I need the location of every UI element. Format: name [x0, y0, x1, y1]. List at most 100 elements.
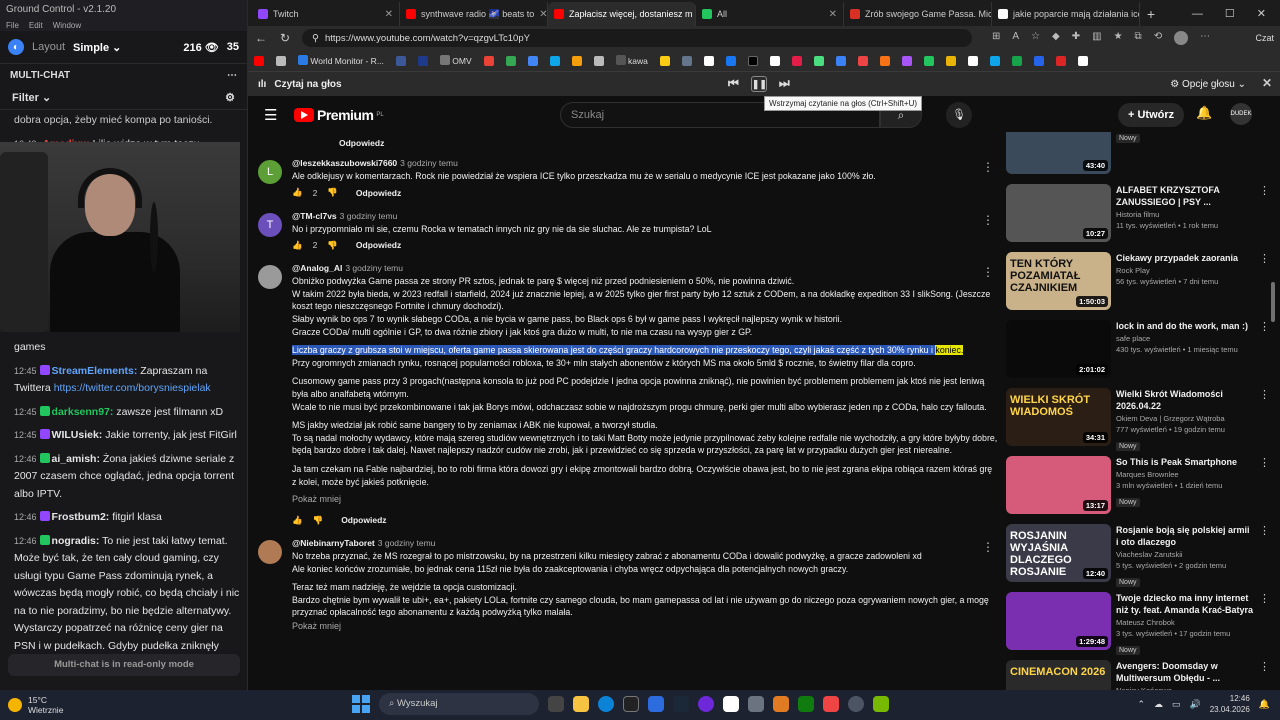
bookmark-icon[interactable]: [879, 55, 890, 66]
minimize-icon[interactable]: —: [1192, 2, 1203, 26]
video-title[interactable]: Twoje dziecko ma inny internet niż ty. f…: [1116, 592, 1254, 616]
bookmark-icon[interactable]: [791, 55, 802, 66]
video-thumbnail[interactable]: 1:29:48: [1006, 592, 1111, 650]
bookmark-icon[interactable]: [276, 55, 286, 66]
comment-avatar[interactable]: [258, 540, 282, 565]
browser-tab[interactable]: Zrób swojego Game Passa. Micro✕: [844, 2, 992, 26]
bookmark-icon[interactable]: [901, 55, 912, 66]
facebook-icon[interactable]: [725, 55, 736, 66]
bookmark-icon[interactable]: [681, 55, 692, 66]
app-icon[interactable]: [623, 696, 639, 712]
bookmark-icon[interactable]: [967, 55, 978, 66]
bookmark-icon[interactable]: [505, 55, 516, 66]
video-thumbnail[interactable]: 10:27: [1006, 184, 1111, 242]
video-channel[interactable]: Rock Play: [1116, 265, 1254, 276]
video-item[interactable]: ROSJANIN WYJAŚNIA DLACZEGO ROSJANIE 12:40…: [1006, 524, 1270, 588]
dislike-icon[interactable]: 👎: [327, 240, 338, 251]
menu-edit[interactable]: Edit: [29, 21, 43, 30]
bookmark-youtube-icon[interactable]: [254, 55, 264, 66]
comment-menu-icon[interactable]: ⋮: [982, 540, 994, 554]
channel-avatar[interactable]: DUDEK: [1230, 103, 1252, 125]
dislike-icon[interactable]: 👎: [327, 187, 338, 198]
bookmark-icon[interactable]: [527, 55, 538, 66]
bookmark-icon[interactable]: [395, 55, 406, 66]
video-thumbnail[interactable]: TEN KTÓRY POZAMIATAŁ CZAJNIKIEM 1:50:03: [1006, 252, 1111, 310]
video-channel[interactable]: Historia filmu: [1116, 209, 1254, 220]
show-less-button[interactable]: Pokaż mniej: [292, 494, 998, 504]
app-icon[interactable]: [748, 696, 764, 712]
history-icon[interactable]: ⟲: [1154, 31, 1162, 45]
page-scrollbar[interactable]: [1270, 132, 1276, 690]
apps-icon[interactable]: ⊞: [992, 31, 1000, 45]
browser-tab[interactable]: All ✕: [696, 2, 844, 26]
video-item[interactable]: POWIEDZIANE 43:40 1,4 tys. wyświetleń • 2 …: [1006, 132, 1270, 180]
store-icon[interactable]: [648, 696, 664, 712]
close-read-aloud-icon[interactable]: ✕: [1262, 76, 1272, 90]
task-view-icon[interactable]: [548, 696, 564, 712]
bookmark-kawa[interactable]: kawa: [615, 55, 648, 66]
video-channel[interactable]: Okiem Deva | Grzegorz Wątroba: [1116, 413, 1254, 424]
bookmark-icon[interactable]: [769, 55, 780, 66]
bookmark-icon[interactable]: [1077, 55, 1088, 66]
copilot-chat-button[interactable]: Czat: [1255, 33, 1274, 43]
comment-menu-icon[interactable]: ⋮: [982, 160, 994, 174]
steam-icon[interactable]: [673, 696, 689, 712]
video-thumbnail[interactable]: 13:17: [1006, 456, 1111, 514]
filter-dropdown[interactable]: Filter ⌄: [12, 91, 51, 104]
bookmark-icon[interactable]: [945, 55, 956, 66]
app-icon[interactable]: [723, 696, 739, 712]
app-logo-icon[interactable]: ◐: [8, 39, 24, 55]
bookmark-icon[interactable]: [593, 55, 604, 66]
browser-tab[interactable]: synthwave radio 🌌 beats to ✕: [400, 2, 548, 26]
video-title[interactable]: Wielki Skrót Wiadomości 2026.04.22: [1116, 388, 1254, 412]
show-less-button[interactable]: Pokaż mniej: [292, 621, 998, 631]
app-icon[interactable]: [848, 696, 864, 712]
comment-time[interactable]: 3 godziny temu: [340, 211, 398, 221]
chat-username[interactable]: ai_amish:: [52, 453, 100, 465]
bookmark-icon[interactable]: [923, 55, 934, 66]
taskbar-search[interactable]: ⌕ Wyszukaj: [379, 693, 539, 715]
more-icon[interactable]: ⋯: [227, 70, 237, 81]
x-icon[interactable]: [747, 55, 758, 66]
video-thumbnail[interactable]: POWIEDZIANE 43:40: [1006, 132, 1111, 174]
maximize-icon[interactable]: ☐: [1225, 2, 1235, 26]
bookmark-world-monitor[interactable]: World Monitor - R...: [298, 55, 384, 66]
bookmark-icon[interactable]: [549, 55, 560, 66]
comment-author[interactable]: @leszekkaszubowski7660: [292, 158, 397, 168]
browser-tab[interactable]: jakie poparcie mają działania ice w✕: [992, 2, 1140, 26]
reply-button[interactable]: Odpowiedz: [356, 240, 401, 250]
comment-menu-icon[interactable]: ⋮: [982, 265, 994, 279]
url-bar[interactable]: ⚲ https://www.youtube.com/watch?v=qzgvLT…: [302, 29, 972, 47]
bookmark-icon[interactable]: [857, 55, 868, 66]
menu-window[interactable]: Window: [53, 21, 81, 30]
voice-search-button[interactable]: 🎙: [946, 102, 972, 128]
bookmark-icon[interactable]: [813, 55, 824, 66]
comment-avatar[interactable]: L: [258, 160, 282, 184]
close-icon[interactable]: ✕: [1257, 2, 1266, 26]
bookmark-icon[interactable]: [659, 55, 670, 66]
app-icon[interactable]: [773, 696, 789, 712]
video-item[interactable]: 2:01:02 lock in and do the work, man :) sa…: [1006, 320, 1270, 384]
reply-button[interactable]: Odpowiedz: [356, 188, 401, 198]
tab-close-icon[interactable]: ✕: [385, 9, 393, 20]
extension-icon[interactable]: ◆: [1052, 31, 1060, 45]
edge-icon[interactable]: [598, 696, 614, 712]
collections-icon[interactable]: ⧉: [1135, 31, 1142, 45]
chat-username[interactable]: StreamElements:: [52, 365, 138, 377]
tray-chevron-icon[interactable]: ⌃: [1137, 699, 1145, 710]
browser-tab[interactable]: Twitch ✕: [252, 2, 400, 26]
like-icon[interactable]: 👍: [292, 515, 303, 526]
video-title[interactable]: So This is Peak Smartphone: [1116, 456, 1254, 468]
previous-icon[interactable]: ⏮: [728, 76, 739, 92]
windows-start-icon[interactable]: [352, 695, 370, 713]
voice-options-button[interactable]: ⚙ Opcje głosu ⌄: [1170, 79, 1246, 90]
menu-dots-icon[interactable]: ⋯: [1200, 31, 1210, 45]
browser-tab[interactable]: Zapłacisz więcej, dostaniesz m✕: [548, 2, 696, 26]
video-title[interactable]: lock in and do the work, man :): [1116, 320, 1254, 332]
create-button[interactable]: + Utwórz: [1118, 103, 1185, 127]
read-aloud-icon[interactable]: A: [1012, 31, 1019, 45]
bookmark-icon[interactable]: [1033, 55, 1044, 66]
pause-button[interactable]: ❚❚: [750, 76, 767, 92]
like-icon[interactable]: 👍: [292, 187, 303, 198]
app-icon[interactable]: [823, 696, 839, 712]
